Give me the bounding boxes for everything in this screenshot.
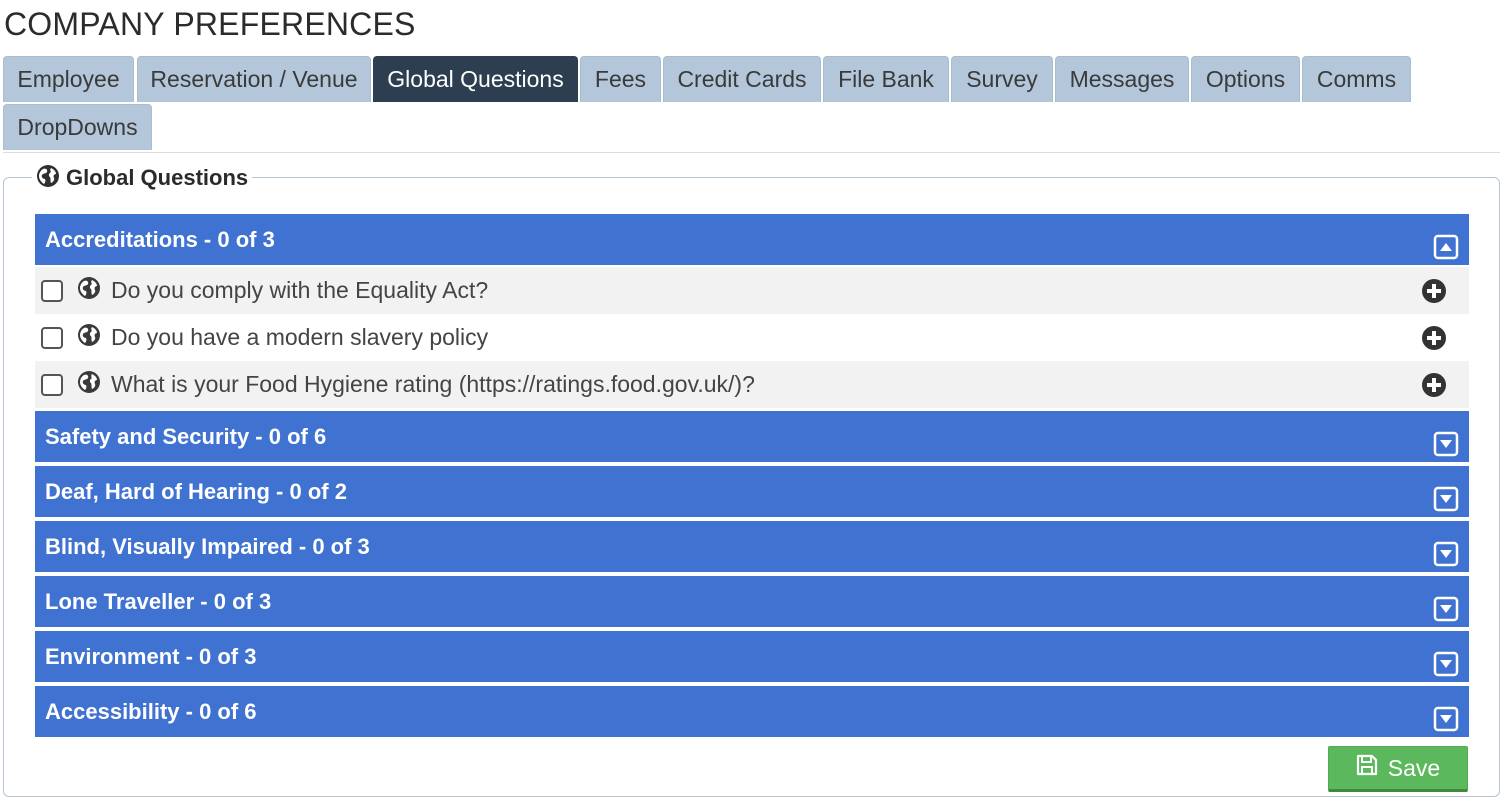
tab-options[interactable]: Options bbox=[1191, 56, 1300, 102]
question-row: Do you have a modern slavery policy bbox=[35, 314, 1469, 361]
collapse-up-icon[interactable] bbox=[1433, 227, 1459, 260]
section-title: Deaf, Hard of Hearing - 0 of 2 bbox=[45, 479, 347, 504]
expand-down-icon[interactable] bbox=[1433, 699, 1459, 732]
tab-reservation-venue[interactable]: Reservation / Venue bbox=[137, 56, 371, 102]
tab-global-questions[interactable]: Global Questions bbox=[373, 56, 578, 102]
expand-down-icon[interactable] bbox=[1433, 644, 1459, 677]
globe-icon bbox=[77, 323, 101, 352]
expand-down-icon[interactable] bbox=[1433, 589, 1459, 622]
panel-legend-text: Global Questions bbox=[66, 165, 249, 190]
section-blind-visually-impaired[interactable]: Blind, Visually Impaired - 0 of 3 bbox=[35, 521, 1469, 572]
section-title: Accreditations - 0 of 3 bbox=[45, 227, 275, 252]
globe-icon bbox=[77, 370, 101, 399]
question-row: What is your Food Hygiene rating (https:… bbox=[35, 361, 1469, 408]
question-row: Do you comply with the Equality Act? bbox=[35, 267, 1469, 314]
expand-down-icon[interactable] bbox=[1433, 534, 1459, 567]
question-checkbox[interactable] bbox=[41, 326, 63, 349]
preferences-tabs: Employee Reservation / Venue Global Ques… bbox=[3, 56, 1500, 153]
question-checkbox[interactable] bbox=[41, 279, 63, 302]
expand-down-icon[interactable] bbox=[1433, 479, 1459, 512]
tab-file-bank[interactable]: File Bank bbox=[823, 56, 949, 102]
plus-circle-icon[interactable] bbox=[1421, 278, 1447, 304]
section-title: Safety and Security - 0 of 6 bbox=[45, 424, 327, 449]
section-title: Lone Traveller - 0 of 3 bbox=[45, 589, 272, 614]
question-text: Do you comply with the Equality Act? bbox=[111, 277, 489, 303]
tab-comms[interactable]: Comms bbox=[1302, 56, 1411, 102]
expand-down-icon[interactable] bbox=[1433, 424, 1459, 457]
plus-circle-icon[interactable] bbox=[1421, 325, 1447, 351]
tab-survey[interactable]: Survey bbox=[951, 56, 1053, 102]
section-accessibility[interactable]: Accessibility - 0 of 6 bbox=[35, 686, 1469, 737]
tab-credit-cards[interactable]: Credit Cards bbox=[663, 56, 821, 102]
question-text: Do you have a modern slavery policy bbox=[111, 324, 489, 350]
tab-dropdowns[interactable]: DropDowns bbox=[3, 104, 152, 150]
section-title: Blind, Visually Impaired - 0 of 3 bbox=[45, 534, 370, 559]
globe-icon bbox=[36, 164, 60, 193]
section-accreditations[interactable]: Accreditations - 0 of 3 bbox=[35, 214, 1469, 265]
tab-employee[interactable]: Employee bbox=[3, 56, 134, 102]
save-button-label: Save bbox=[1387, 754, 1441, 781]
section-title: Accessibility - 0 of 6 bbox=[45, 699, 257, 724]
floppy-disk-icon bbox=[1356, 754, 1378, 782]
tab-fees[interactable]: Fees bbox=[580, 56, 661, 102]
plus-circle-icon[interactable] bbox=[1421, 372, 1447, 398]
section-title: Environment - 0 of 3 bbox=[45, 644, 257, 669]
section-environment[interactable]: Environment - 0 of 3 bbox=[35, 631, 1469, 682]
save-button[interactable]: Save bbox=[1328, 746, 1468, 792]
section-lone-traveller[interactable]: Lone Traveller - 0 of 3 bbox=[35, 576, 1469, 627]
globe-icon bbox=[77, 276, 101, 305]
question-text: What is your Food Hygiene rating (https:… bbox=[111, 371, 755, 397]
tab-messages[interactable]: Messages bbox=[1055, 56, 1189, 102]
panel-legend: Global Questions bbox=[32, 163, 253, 193]
section-safety-and-security[interactable]: Safety and Security - 0 of 6 bbox=[35, 411, 1469, 462]
page-title: COMPANY PREFERENCES bbox=[4, 6, 416, 42]
section-deaf-hard-of-hearing[interactable]: Deaf, Hard of Hearing - 0 of 2 bbox=[35, 466, 1469, 517]
question-checkbox[interactable] bbox=[41, 373, 63, 396]
